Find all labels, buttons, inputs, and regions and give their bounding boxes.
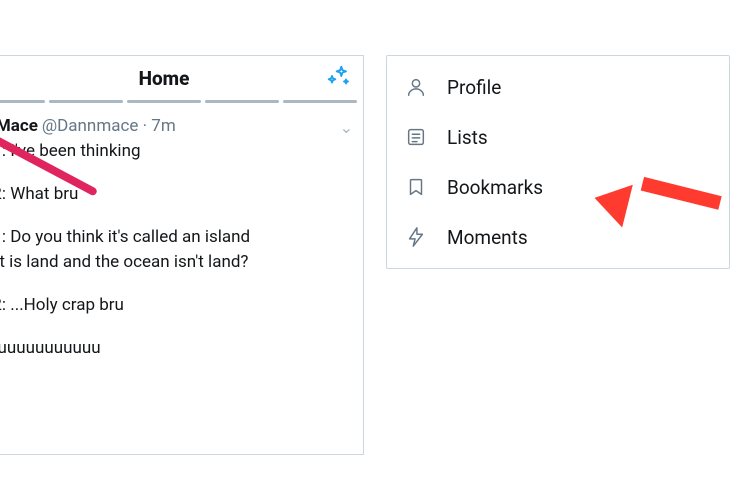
home-header: Home	[0, 56, 363, 100]
menu-item-label: Lists	[447, 126, 488, 149]
moments-icon	[405, 226, 427, 248]
tab-segment[interactable]	[205, 100, 279, 103]
menu-item-bookmarks[interactable]: Bookmarks	[387, 162, 729, 212]
tweet-line: ruuuuuuuuuuuuu	[0, 337, 355, 360]
tweet-line: ru 2: What bru	[0, 183, 355, 206]
chevron-down-icon[interactable]: ⌄	[340, 117, 353, 139]
home-panel: Home an Mace @Dannmace · 7m ⌄ ru	[0, 55, 364, 455]
tab-segment[interactable]	[127, 100, 201, 103]
tweet-line: oz it is land and the ocean isn't land?	[0, 251, 355, 274]
page-title: Home	[139, 67, 190, 90]
menu-item-label: Profile	[447, 76, 501, 99]
tweet-header: an Mace @Dannmace · 7m ⌄	[0, 115, 355, 138]
feed-tabs[interactable]	[0, 100, 363, 111]
bookmark-icon	[405, 176, 427, 198]
side-menu: Profile Lists Bookmarks	[386, 55, 730, 269]
sparkle-icon[interactable]	[325, 62, 353, 90]
tweet[interactable]: an Mace @Dannmace · 7m ⌄ ru 1: I've been…	[0, 111, 363, 360]
lists-icon	[405, 126, 427, 148]
tweet-line: ru 1: Do you think it's called an island	[0, 226, 355, 249]
tweet-author-handle: @Dannmace · 7m	[42, 115, 176, 138]
menu-item-label: Bookmarks	[447, 176, 543, 199]
profile-icon	[405, 76, 427, 98]
tab-segment[interactable]	[0, 100, 45, 103]
tweet-line: ru 1: I've been thinking	[0, 140, 355, 163]
tweet-author-name: an Mace	[0, 115, 38, 138]
menu-item-lists[interactable]: Lists	[387, 112, 729, 162]
menu-item-moments[interactable]: Moments	[387, 212, 729, 262]
tab-segment[interactable]	[283, 100, 357, 103]
menu-item-profile[interactable]: Profile	[387, 62, 729, 112]
tweet-line: ru 2: ...Holy crap bru	[0, 294, 355, 317]
tab-segment[interactable]	[49, 100, 123, 103]
menu-item-label: Moments	[447, 226, 528, 249]
